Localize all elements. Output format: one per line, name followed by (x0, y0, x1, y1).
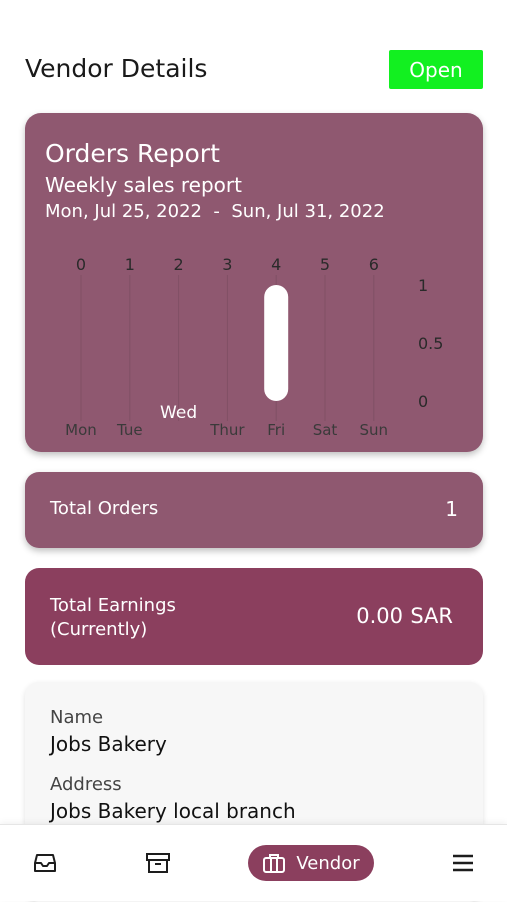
total-earnings-label-line1: Total Earnings (50, 595, 176, 616)
x-axis-label: Wed (160, 403, 197, 423)
total-earnings-value: 0.00 (356, 604, 403, 628)
total-earnings-label-line2: (Currently) (50, 619, 148, 640)
total-orders-card: Total Orders 1 (25, 472, 483, 548)
total-orders-label: Total Orders (50, 498, 159, 519)
top-axis-tick: 0 (76, 255, 86, 274)
vendor-tab-label: Vendor (296, 852, 360, 874)
y-axis-tick: 1 (418, 276, 428, 295)
top-axis-tick: 5 (320, 255, 330, 274)
bottom-nav: Vendor (0, 824, 507, 901)
weekly-orders-chart: 0 1 2 3 4 5 6 1 0.5 0 Mon Tue Wed Thur Fri Sat Sun (65, 255, 443, 439)
x-axis-label: Fri (267, 421, 285, 439)
x-axis-label: Sun (360, 421, 389, 439)
top-axis-tick: 6 (369, 255, 379, 274)
total-orders-value: 1 (445, 497, 458, 521)
x-axis-label: Tue (116, 421, 143, 439)
vendor-tab[interactable]: Vendor (248, 845, 374, 881)
header: Vendor Details Open (0, 0, 507, 110)
orders-report-card: Orders Report Weekly sales report Mon, J… (25, 113, 483, 452)
x-axis-label: Thur (209, 421, 245, 439)
total-earnings-label: Total Earnings (Currently) (50, 594, 176, 642)
menu-icon[interactable] (450, 851, 476, 875)
inbox-icon[interactable] (32, 851, 58, 875)
top-axis-tick: 2 (174, 255, 184, 274)
top-axis-tick: 1 (125, 255, 135, 274)
address-label: Address (50, 774, 122, 795)
store-icon (262, 852, 286, 874)
address-value: Jobs Bakery local branch (50, 799, 296, 823)
top-axis-tick: 3 (222, 255, 232, 274)
y-axis-tick: 0 (418, 392, 428, 411)
y-axis-tick: 0.5 (418, 334, 443, 353)
chart-bar[interactable] (264, 285, 289, 401)
top-axis-tick: 4 (271, 255, 281, 274)
currency-label: SAR (410, 604, 453, 628)
archive-icon[interactable] (145, 851, 171, 875)
x-axis-label: Mon (65, 421, 97, 439)
total-earnings-card: Total Earnings (Currently) 0.00 SAR (25, 568, 483, 665)
x-axis-label: Sat (313, 421, 338, 439)
name-label: Name (50, 707, 104, 728)
name-value: Jobs Bakery (50, 732, 167, 756)
page-title: Vendor Details (25, 54, 208, 83)
status-badge[interactable]: Open (389, 50, 483, 89)
